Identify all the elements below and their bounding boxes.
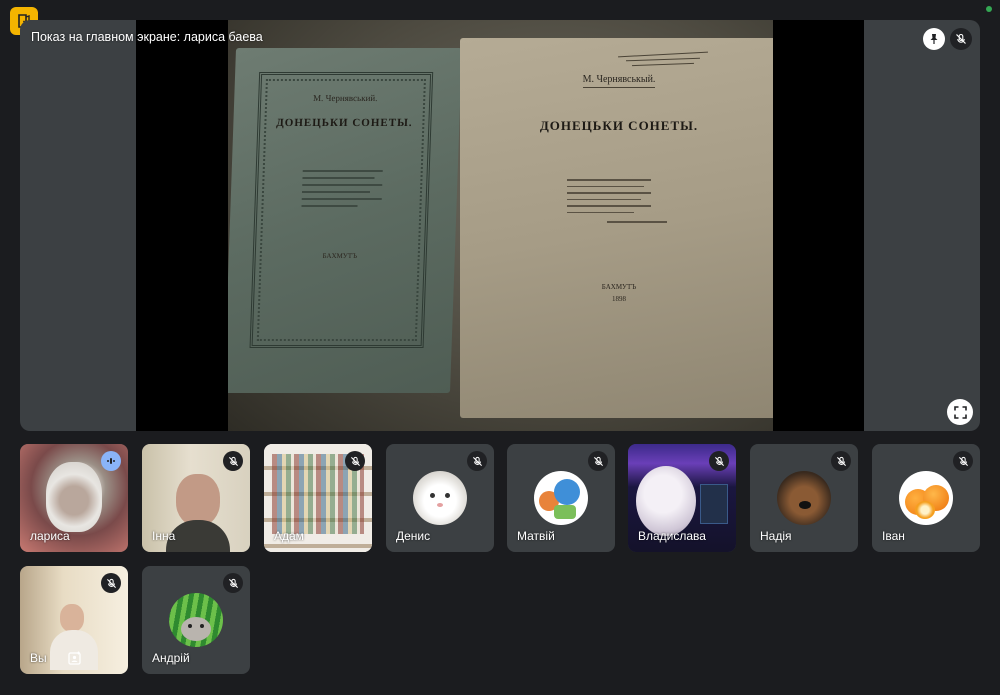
participant-figure [636, 466, 696, 536]
mic-off-icon [223, 573, 243, 593]
book-left-author: М. Чернявський. [312, 93, 378, 103]
mic-off-icon [831, 451, 851, 471]
participant-face [176, 474, 220, 526]
participant-name: Адам [274, 529, 304, 543]
participant-tile[interactable]: Матвій [507, 444, 615, 552]
dog-avatar [777, 471, 831, 525]
white-cat-avatar [413, 471, 467, 525]
book-right-author: М. Чернявськый. [582, 74, 656, 88]
participant-tile[interactable]: Іван [872, 444, 980, 552]
watermelon-cat-avatar [169, 593, 223, 647]
participant-name: Денис [396, 529, 431, 543]
participant-name: Вы [30, 651, 47, 665]
presentation-label: Показ на главном экране: лариса баева [31, 30, 263, 44]
participant-name: Інна [152, 529, 176, 543]
participant-face [60, 604, 84, 632]
participant-tile[interactable]: Адам [264, 444, 372, 552]
handwritten-inscription [618, 50, 708, 69]
shared-screen: М. Чернявський. ДОНЕЦЬКИ СОНЕТЫ. БАХМУТЪ [136, 20, 864, 431]
participant-tile[interactable]: Владислава [628, 444, 736, 552]
mic-off-icon [953, 451, 973, 471]
speaking-indicator-icon [101, 451, 121, 471]
cartoon-avatar [534, 471, 588, 525]
book-right-title: ДОНЕЦЬКИ СОНЕТЫ. [539, 118, 699, 133]
book-right-verse [567, 174, 667, 223]
presentation-stage[interactable]: Показ на главном экране: лариса баева М.… [20, 20, 980, 431]
book-left-verse [301, 165, 383, 212]
participant-name: Надія [760, 529, 792, 543]
meeting-window: Показ на главном экране: лариса баева М.… [0, 0, 1000, 695]
mic-off-icon [709, 451, 729, 471]
participant-name: Іван [882, 529, 905, 543]
background-monitor [700, 484, 728, 524]
book-left-city: БАХМУТЪ [322, 252, 358, 260]
book-right-year: 1898 [612, 294, 626, 303]
reframe-icon[interactable] [66, 649, 84, 667]
participant-tile[interactable]: лариса [20, 444, 128, 552]
mic-off-icon [345, 451, 365, 471]
book-photo: М. Чернявський. ДОНЕЦЬКИ СОНЕТЫ. БАХМУТЪ [228, 20, 773, 431]
participant-figure [46, 462, 102, 532]
participant-tile[interactable]: Інна [142, 444, 250, 552]
participant-tile[interactable]: Андрій [142, 566, 250, 674]
participant-name: Владислава [638, 529, 706, 543]
participant-name: Андрій [152, 651, 190, 665]
connection-status-indicator [986, 6, 992, 12]
book-cover-left: М. Чернявський. ДОНЕЦЬКИ СОНЕТЫ. БАХМУТЪ [228, 48, 463, 393]
participant-name: лариса [30, 529, 70, 543]
pin-icon[interactable] [923, 28, 945, 50]
fullscreen-icon[interactable] [947, 399, 973, 425]
book-left-title: ДОНЕЦЬКИ СОНЕТЫ. [275, 117, 413, 129]
mic-off-icon [588, 451, 608, 471]
mic-off-icon [223, 451, 243, 471]
participant-tile[interactable]: Денис [386, 444, 494, 552]
mic-off-icon [101, 573, 121, 593]
oranges-avatar [899, 471, 953, 525]
book-cover-right: М. Чернявськый. ДОНЕЦЬКИ СОНЕТЫ. БАХМУТЪ… [460, 38, 773, 418]
participant-tile[interactable]: Вы [20, 566, 128, 674]
mic-off-icon[interactable] [950, 28, 972, 50]
book-right-city: БАХМУТЪ [601, 282, 637, 291]
mic-off-icon [467, 451, 487, 471]
participant-name: Матвій [517, 529, 555, 543]
participant-tile[interactable]: Надія [750, 444, 858, 552]
